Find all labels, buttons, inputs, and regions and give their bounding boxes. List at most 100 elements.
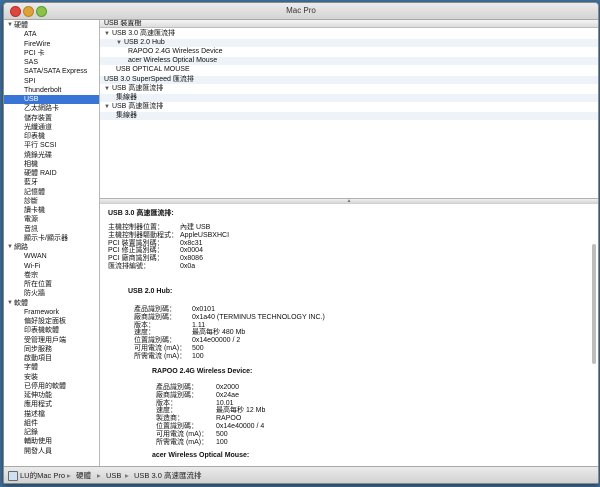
sidebar-item[interactable]: 啟動項目: [4, 354, 99, 363]
sidebar-item[interactable]: 防火牆: [4, 289, 99, 298]
property-key: 所需電流 (mA)：: [134, 352, 187, 360]
sidebar-item[interactable]: WWAN: [4, 252, 99, 261]
sidebar-item-label: SPI: [24, 77, 36, 85]
sidebar-item[interactable]: 延伸功能: [4, 391, 99, 400]
sidebar-item[interactable]: 所在位置: [4, 280, 99, 289]
breadcrumb-item[interactable]: USB 3.0 高速匯流排: [134, 467, 202, 483]
sidebar-item[interactable]: SATA/SATA Express: [4, 67, 99, 76]
disclosure-triangle-icon[interactable]: ▼: [7, 21, 13, 30]
tree-row-label: USB 3.0 高速匯流排: [111, 30, 175, 37]
disclosure-triangle-icon[interactable]: ▼: [104, 104, 110, 110]
sidebar-item[interactable]: 描述檔: [4, 410, 99, 419]
sidebar-item[interactable]: 已停用的軟體: [4, 382, 99, 391]
sidebar-item[interactable]: 記錄: [4, 428, 99, 437]
breadcrumb-item[interactable]: USB: [106, 467, 121, 483]
sidebar-item[interactable]: 記憶體: [4, 188, 99, 197]
property-key: 位置識別碼：: [134, 337, 176, 345]
disclosure-triangle-icon[interactable]: ▼: [104, 31, 110, 37]
sidebar-item[interactable]: 應用程式: [4, 400, 99, 409]
sidebar-item[interactable]: FireWire: [4, 40, 99, 49]
sidebar-item[interactable]: 燒錄光碟: [4, 151, 99, 160]
sidebar-item-label: FireWire: [24, 40, 51, 48]
disclosure-triangle-icon[interactable]: ▼: [116, 40, 122, 46]
sidebar-item[interactable]: 乙太網路卡: [4, 104, 99, 113]
sidebar-item[interactable]: 受管理用戶端: [4, 336, 99, 345]
sidebar-item[interactable]: 字體: [4, 363, 99, 372]
sidebar-category[interactable]: ▼ 硬體: [4, 21, 99, 30]
tree-row-label: USB 高速匯流排: [111, 84, 164, 92]
sidebar-item[interactable]: PCI 卡: [4, 49, 99, 58]
tree-row-label: USB 2.0 Hub: [123, 39, 165, 47]
tree-row[interactable]: USB 3.0 SuperSpeed 匯流排: [100, 75, 598, 84]
sidebar-item-label: 顯示卡/顯示器: [24, 234, 68, 242]
sidebar-item[interactable]: 平行 SCSI: [4, 141, 99, 150]
sidebar-item[interactable]: 電源: [4, 215, 99, 224]
sidebar-item-label: 安裝: [24, 373, 38, 381]
sidebar-item[interactable]: 診斷: [4, 197, 99, 206]
tree-row[interactable]: 集線器: [100, 93, 598, 102]
sidebar-item[interactable]: 同步服務: [4, 345, 99, 354]
property-value: 0x24ae: [216, 391, 239, 399]
tree-row[interactable]: USB OPTICAL MOUSE: [100, 66, 598, 74]
sidebar-item[interactable]: 讀卡機: [4, 206, 99, 215]
breadcrumb-item[interactable]: LU的Mac Pro: [20, 467, 65, 483]
sidebar-item[interactable]: 藍牙: [4, 178, 99, 187]
property-value: 500: [216, 430, 228, 438]
sidebar-item[interactable]: 偏好設定面板: [4, 317, 99, 326]
sidebar-item-label: 輔助使用: [24, 438, 52, 446]
sidebar-item[interactable]: 印表機: [4, 132, 99, 141]
sidebar-item[interactable]: 儲存裝置: [4, 114, 99, 123]
sidebar-item-label: 軟體: [14, 299, 28, 307]
tree-row[interactable]: acer Wireless Optical Mouse: [100, 57, 598, 66]
tree-header[interactable]: USB 裝置樹: [100, 20, 598, 28]
sidebar-item-label: 電源: [24, 216, 38, 224]
disclosure-triangle-icon[interactable]: ▼: [7, 243, 13, 252]
sidebar-item[interactable]: ATA: [4, 30, 99, 39]
tree-row[interactable]: RAPOO 2.4G Wireless Device: [100, 48, 598, 56]
property-row: 製造商： RAPOO: [156, 415, 456, 423]
property-value: 0x8c31: [180, 239, 203, 247]
sidebar-item[interactable]: Framework: [4, 308, 99, 317]
sidebar-item[interactable]: 硬體 RAID: [4, 169, 99, 178]
tree-row[interactable]: 集線器: [100, 111, 598, 120]
property-row: 版本： 10.01: [156, 400, 456, 408]
sidebar-item[interactable]: 相機: [4, 160, 99, 169]
sidebar-item[interactable]: SAS: [4, 58, 99, 67]
tree-row[interactable]: ▼ USB 高速匯流排: [100, 103, 598, 111]
sidebar-item-label: Thunderbolt: [24, 86, 62, 94]
sidebar-item[interactable]: Thunderbolt: [4, 86, 99, 95]
sidebar-item[interactable]: SPI: [4, 77, 99, 86]
sidebar-item[interactable]: 組件: [4, 419, 99, 428]
disclosure-triangle-icon[interactable]: ▼: [104, 86, 110, 92]
tree-row-label: acer Wireless Optical Mouse: [128, 57, 218, 65]
sidebar-category[interactable]: ▼ 網路: [4, 243, 99, 252]
sidebar-item[interactable]: 卷宗: [4, 271, 99, 280]
sidebar-item-label: 硬體: [14, 22, 28, 29]
property-key: 產品識別碼：: [134, 306, 176, 313]
sidebar-item[interactable]: 音訊: [4, 225, 99, 234]
breadcrumb-item[interactable]: 硬體: [76, 467, 91, 483]
tree-row[interactable]: ▼ USB 3.0 高速匯流排: [100, 30, 598, 38]
detail-scrollbar[interactable]: [592, 244, 596, 364]
sidebar-category[interactable]: ▼ 軟體: [4, 299, 99, 308]
tree-row[interactable]: ▼ USB 2.0 Hub: [100, 39, 598, 48]
property-row: 產品識別碼： 0x0101: [134, 306, 434, 314]
property-value: 100: [192, 352, 204, 360]
sidebar-item[interactable]: 輔助使用: [4, 437, 99, 446]
sidebar-item[interactable]: USB: [4, 95, 99, 104]
sidebar-item[interactable]: 光纖通道: [4, 123, 99, 132]
tree-row-label: 集線器: [116, 93, 137, 101]
sidebar-item-label: 網路: [14, 244, 28, 251]
sidebar-item[interactable]: 顯示卡/顯示器: [4, 234, 99, 243]
title-bar[interactable]: Mac Pro: [4, 3, 598, 20]
tree-row[interactable]: ▼ USB 高速匯流排: [100, 85, 598, 93]
disclosure-triangle-icon[interactable]: ▼: [7, 299, 13, 308]
sidebar-item-label: 音訊: [24, 225, 38, 233]
sidebar-item-label: SAS: [24, 59, 39, 66]
sidebar-item-label: 藍牙: [24, 179, 38, 187]
sidebar-item[interactable]: 印表機軟體: [4, 326, 99, 335]
sidebar-item[interactable]: Wi-Fi: [4, 262, 99, 271]
sidebar-item-label: 描述檔: [24, 410, 45, 418]
sidebar-item[interactable]: 安裝: [4, 373, 99, 382]
sidebar-item[interactable]: 開發人員: [4, 447, 99, 456]
